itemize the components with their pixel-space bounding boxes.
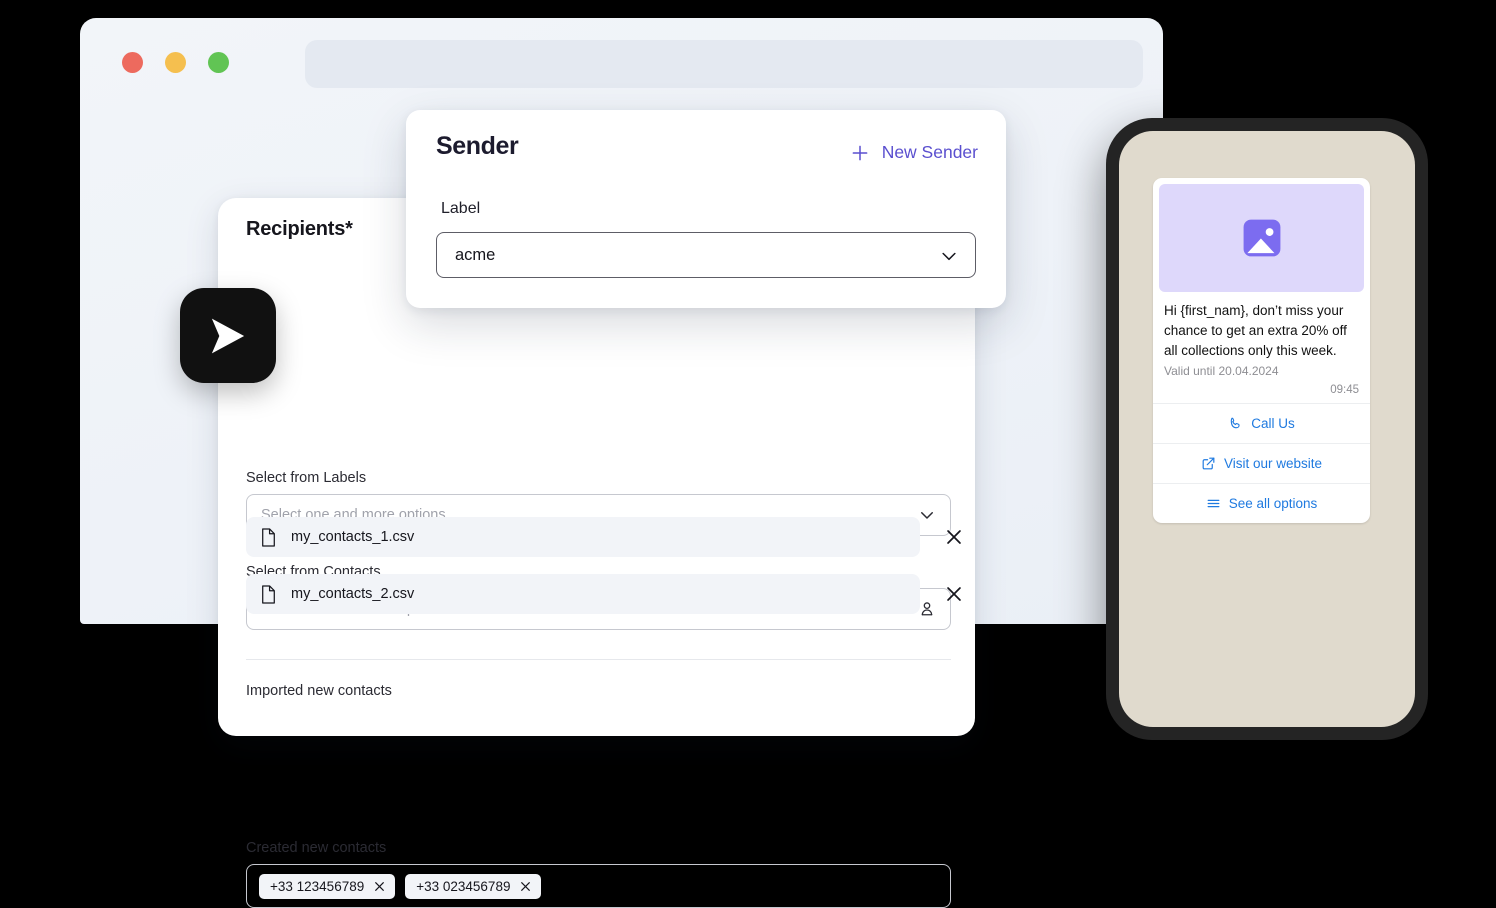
- screenshot-stage: Recipients* Select from Labels Select on…: [0, 0, 1496, 908]
- contact-chip-value: +33 123456789: [270, 878, 365, 894]
- message-action-label: Visit our website: [1223, 456, 1323, 471]
- send-arrow-icon: [180, 288, 276, 383]
- file-name: my_contacts_2.csv: [291, 586, 415, 602]
- minimize-window-button[interactable]: [165, 52, 186, 73]
- message-timestamp: 09:45: [1330, 384, 1359, 396]
- message-action-visit-website[interactable]: Visit our website: [1153, 443, 1370, 483]
- file-icon: [260, 527, 277, 547]
- imported-contacts-label: Imported new contacts: [246, 683, 392, 699]
- message-action-call-us[interactable]: Call Us: [1153, 403, 1370, 443]
- remove-file-button[interactable]: [943, 526, 965, 548]
- new-sender-label: New Sender: [881, 142, 978, 162]
- recipients-title: Recipients*: [246, 218, 353, 240]
- message-validity: Valid until 20.04.2024: [1164, 364, 1279, 378]
- chevron-down-icon: [918, 506, 936, 524]
- message-text: Hi {first_nam}, don’t miss your chance t…: [1164, 303, 1347, 358]
- message-action-label: Call Us: [1251, 416, 1295, 431]
- sender-label-value: acme: [455, 245, 496, 264]
- remove-file-button[interactable]: [943, 583, 965, 605]
- window-traffic-lights: [122, 52, 229, 73]
- file-name: my_contacts_1.csv: [291, 529, 415, 545]
- close-window-button[interactable]: [122, 52, 143, 73]
- message-action-see-all-options[interactable]: See all options: [1153, 483, 1370, 523]
- message-action-label: See all options: [1228, 496, 1318, 511]
- close-icon[interactable]: [373, 880, 386, 893]
- imported-file-row[interactable]: my_contacts_1.csv: [246, 517, 920, 557]
- contact-chip-value: +33 023456789: [416, 878, 511, 894]
- sender-label-field-label: Label: [441, 200, 481, 217]
- select-from-labels-label: Select from Labels: [246, 470, 367, 486]
- person-icon: [918, 600, 936, 618]
- imported-file-row[interactable]: my_contacts_2.csv: [246, 574, 920, 614]
- sender-card: Sender New Sender Label acme: [406, 110, 1006, 308]
- chevron-down-icon: [939, 246, 957, 264]
- sender-title: Sender: [436, 132, 519, 160]
- address-bar[interactable]: [305, 40, 1143, 88]
- message-media: [1159, 184, 1364, 292]
- contact-chip[interactable]: +33 123456789: [259, 873, 396, 899]
- phone-mockup: Hi {first_nam}, don’t miss your chance t…: [1106, 118, 1428, 740]
- phone-screen: Hi {first_nam}, don’t miss your chance t…: [1119, 131, 1415, 727]
- close-icon[interactable]: [519, 880, 532, 893]
- file-icon: [260, 584, 277, 604]
- contact-chip[interactable]: +33 023456789: [405, 873, 542, 899]
- plus-icon: [850, 143, 870, 163]
- new-sender-button[interactable]: New Sender: [850, 142, 978, 163]
- sender-label-select[interactable]: acme: [436, 232, 976, 278]
- maximize-window-button[interactable]: [208, 52, 229, 73]
- message-bubble: Hi {first_nam}, don’t miss your chance t…: [1153, 178, 1370, 523]
- list-icon: [1206, 496, 1221, 511]
- external-link-icon: [1201, 456, 1216, 471]
- image-placeholder-icon: [1236, 212, 1288, 264]
- phone-icon: [1228, 416, 1243, 431]
- section-divider: [246, 659, 951, 660]
- created-contacts-input[interactable]: +33 123456789 +33 023456789: [246, 864, 951, 908]
- created-contacts-label: Created new contacts: [246, 840, 387, 856]
